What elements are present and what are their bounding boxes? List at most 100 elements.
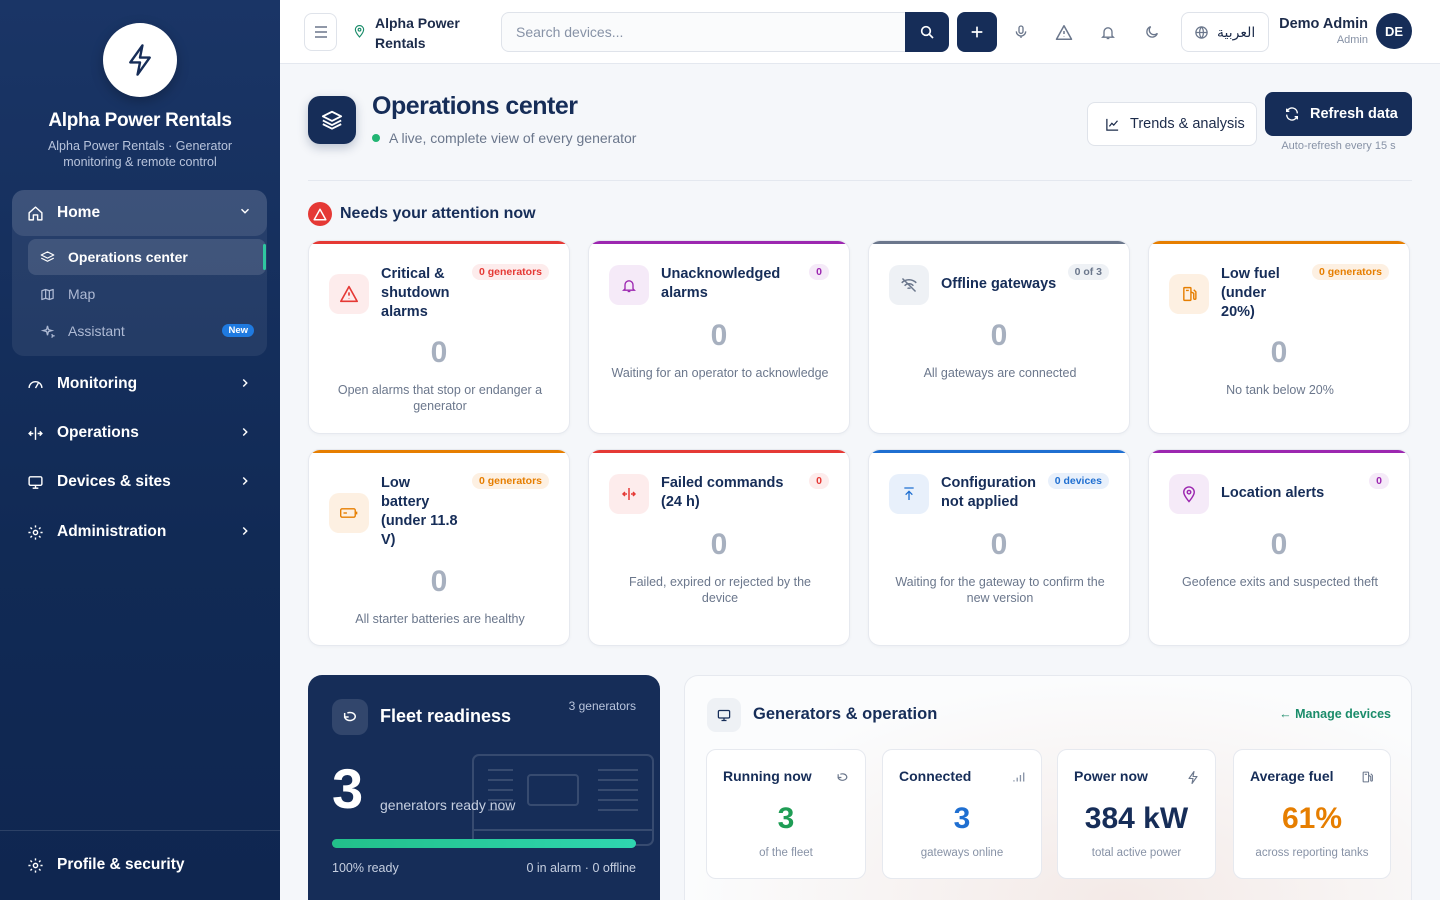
avatar[interactable]: DE [1376,13,1412,49]
add-button[interactable] [957,12,997,52]
gear-icon [27,857,45,874]
alert-card-failed-commands[interactable]: Failed commands (24 h) 0 0 Failed, expir… [588,449,850,646]
alerts-button[interactable] [1054,22,1074,42]
nav-operations-label: Operations [57,424,139,441]
alert-card-unacknowledged[interactable]: Unacknowledged alarms 0 0 Waiting for an… [588,240,850,434]
refresh-label: Refresh data [1310,106,1398,122]
search-icon [920,25,934,39]
nav-profile-security[interactable]: Profile & security [12,845,267,885]
nav-sub-assistant[interactable]: Assistant New [28,313,266,349]
fleet-progress-bar [332,839,636,848]
plus-icon [971,26,983,38]
nav-monitoring[interactable]: Monitoring [12,364,267,404]
alert-card-critical[interactable]: Critical & shutdown alarms 0 generators … [308,240,570,434]
refresh-icon [1285,107,1299,121]
generators-panel: Generators & operation ← Manage devices … [684,675,1412,900]
card-title: Unacknowledged alarms [661,266,781,301]
location-pin-icon [1169,474,1209,514]
search-box [501,12,949,52]
alert-card-low-fuel[interactable]: Low fuel (under 20%) 0 generators 0 No t… [1148,240,1410,434]
stat-title: Power now [1074,768,1148,784]
location-selector[interactable]: Alpha Power Rentals [354,13,475,53]
warning-icon [308,202,332,226]
brand-tagline: Alpha Power Rentals · Generator monitori… [47,139,233,169]
alert-card-offline-gateways[interactable]: Offline gateways 0 of 3 0 All gateways a… [868,240,1130,434]
notifications-button[interactable] [1098,22,1118,42]
layers-icon [321,110,343,130]
fuel-icon [1169,274,1209,314]
nav-operations[interactable]: Operations [12,413,267,453]
location-label: Alpha Power Rentals [375,15,460,51]
card-badge: 0 devices [1047,473,1109,489]
nav-home[interactable]: Home [12,190,267,236]
fleet-ready-value: 3 [332,757,364,820]
nav-sub-label: Operations center [68,249,188,265]
stat-title: Average fuel [1250,768,1334,784]
location-pin-icon [354,24,365,43]
search-button[interactable] [905,12,949,52]
nav-sub-label: Map [68,286,96,302]
live-indicator [372,134,380,142]
microphone-button[interactable] [1011,22,1031,42]
nav-profile-label: Profile & security [57,856,185,873]
gauge-icon [27,376,45,393]
card-accent-line [869,241,1129,244]
running-icon [332,699,368,735]
stat-value: 61% [1281,802,1343,835]
nav-home-label: Home [57,204,101,221]
alert-card-location[interactable]: Location alerts 0 0 Geofence exits and s… [1148,449,1410,646]
sparkles-icon [40,324,56,339]
theme-toggle-button[interactable] [1142,22,1162,42]
attention-heading: Needs your attention now [308,202,536,226]
card-value: 0 [1270,336,1288,369]
alert-card-configuration[interactable]: Configuration not applied 0 devices 0 Wa… [868,449,1130,646]
menu-toggle-button[interactable] [304,13,337,51]
card-title: Configuration not applied [941,475,1037,510]
user-name[interactable]: Demo Admin [1279,16,1368,32]
brand-logo[interactable] [103,23,177,97]
card-badge: 0 generators [1311,264,1389,280]
language-button[interactable]: العربية [1181,12,1269,52]
card-title: Location alerts [1221,485,1325,501]
fleet-count: 3 generators [568,699,636,713]
trends-analysis-button[interactable]: Trends & analysis [1087,102,1257,146]
fleet-ready-label: generators ready now [380,797,516,813]
card-badge: 0 generators [471,473,549,489]
home-icon [27,205,45,222]
stat-value: 384 kW [1084,802,1189,835]
card-badge: 0 [1369,473,1389,489]
card-value: 0 [430,336,448,369]
stat-description: across reporting tanks [1255,847,1369,859]
card-description: Waiting for an operator to acknowledge [611,366,829,380]
chevron-right-icon [238,474,252,493]
page-title: Operations center [372,92,578,120]
card-value: 0 [990,319,1008,352]
manage-devices-link[interactable]: ← Manage devices [1279,707,1391,721]
battery-icon [329,493,369,533]
warning-icon [329,274,369,314]
card-description: Waiting for the gateway to confirm the n… [895,575,1105,605]
nav-devices-sites[interactable]: Devices & sites [12,462,267,502]
stat-value: 3 [777,802,795,835]
nav-administration[interactable]: Administration [12,512,267,552]
attention-title: Needs your attention now [340,205,536,222]
search-input[interactable] [502,13,902,51]
alert-card-low-battery[interactable]: Low battery (under 11.8 V) 0 generators … [308,449,570,646]
nav-sub-map[interactable]: Map [28,276,266,312]
card-accent-line [589,241,849,244]
nav-administration-label: Administration [57,523,167,540]
nav-sub-operations-center[interactable]: Operations center [28,239,266,275]
nav-devices-label: Devices & sites [57,473,171,490]
nav-sub-label: Assistant [68,323,125,339]
stat-connected: Connected 3 gateways online [882,749,1042,879]
page-subtitle-text: A live, complete view of every generator [389,130,637,146]
generators-title: Generators & operation [753,705,938,723]
card-description: All starter batteries are healthy [355,612,525,626]
stat-description: of the fleet [759,847,813,859]
new-badge: New [222,324,254,337]
card-description: All gateways are connected [923,366,1077,380]
refresh-data-button[interactable]: Refresh data [1265,92,1412,136]
card-value: 0 [430,565,448,598]
card-value: 0 [990,528,1008,561]
user-role: Admin [1336,34,1368,46]
